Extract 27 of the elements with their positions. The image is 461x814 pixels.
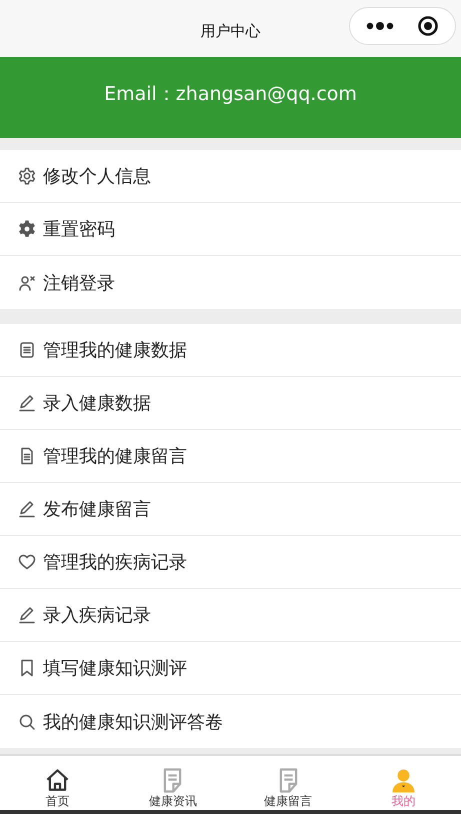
tab[interactable]: 健康留言	[230, 756, 346, 810]
pencil-icon	[17, 605, 37, 625]
menu-item[interactable]: 重置密码	[0, 203, 461, 256]
close-icon[interactable]	[417, 15, 440, 37]
heart-icon	[17, 552, 37, 572]
menu-item[interactable]: 管理我的健康数据	[0, 324, 461, 377]
user-email: Email：zhangsan@qq.com	[104, 82, 357, 107]
pencil-icon	[17, 393, 37, 413]
menu-item[interactable]: 录入健康数据	[0, 377, 461, 430]
menu-item[interactable]: 填写健康知识测评	[0, 642, 461, 695]
capsule-button[interactable]	[349, 7, 456, 45]
home-icon	[44, 767, 72, 794]
menu-item[interactable]: 管理我的疾病记录	[0, 536, 461, 589]
user-icon	[390, 767, 417, 794]
tab[interactable]: 首页	[0, 756, 116, 810]
menu-item[interactable]: 修改个人信息	[0, 150, 461, 203]
menu-item[interactable]: 注销登录	[0, 256, 461, 309]
gear-icon	[17, 219, 37, 239]
menu-item[interactable]: 我的健康知识测评答卷	[0, 695, 461, 748]
menu-item[interactable]: 管理我的健康留言	[0, 430, 461, 483]
menu-item[interactable]: 录入疾病记录	[0, 589, 461, 642]
menu-item[interactable]: 发布健康留言	[0, 483, 461, 536]
tab[interactable]: 健康资讯	[115, 756, 230, 810]
more-icon[interactable]	[366, 21, 394, 31]
settings-icon	[17, 166, 37, 186]
pencil-icon	[17, 499, 37, 519]
window-title: 用户中心	[200, 22, 260, 41]
